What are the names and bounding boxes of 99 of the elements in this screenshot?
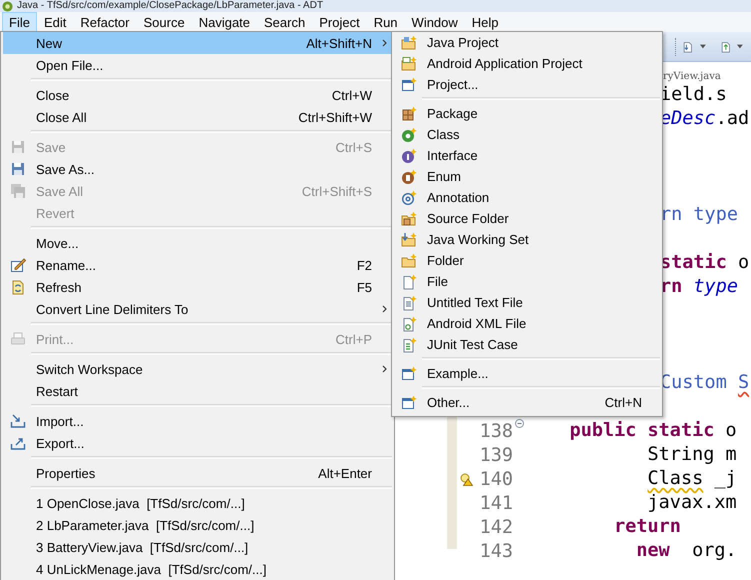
menu-item[interactable]: Refresh F5 [3, 276, 392, 298]
caret-icon[interactable] [737, 44, 743, 49]
window-title: Java - TfSd/src/com/example/ClosePackage/LbParameter.java - ADT [17, 0, 324, 12]
menu-bar-item[interactable]: Edit [36, 12, 74, 32]
menu-item[interactable]: Rename... F2 [3, 254, 392, 276]
folder-icon [401, 56, 417, 72]
menu-item[interactable]: Enum [394, 166, 660, 187]
shortcut-text: Ctrl+W [332, 88, 373, 102]
code-line: new org. [635, 539, 737, 563]
menu-item[interactable]: Save As... [3, 158, 392, 180]
window-icon [401, 76, 417, 92]
shortcut-text: Alt+Shift+N [306, 36, 373, 50]
folder-icon [401, 34, 417, 50]
editor-tab[interactable]: ryView.java [663, 71, 721, 83]
menu-item[interactable]: Move... [3, 232, 392, 254]
enum-icon [401, 168, 417, 184]
menu-item[interactable]: New Alt+Shift+N [3, 32, 392, 54]
shortcut-text: Ctrl+P [336, 332, 373, 346]
menu-item[interactable]: Java Project [394, 32, 660, 53]
menu-bar-item[interactable]: Search [257, 12, 312, 32]
menu-item[interactable]: Other... Ctrl+N [394, 392, 660, 413]
menu-item[interactable]: JUnit Test Case [394, 334, 660, 355]
menu-item[interactable]: Restart [3, 380, 392, 402]
line-number: 140 [480, 468, 513, 490]
class-icon [401, 126, 417, 142]
document-icon [401, 294, 417, 310]
menu-item[interactable]: Close All Ctrl+Shift+W [3, 106, 392, 128]
at-sign-icon [401, 190, 417, 206]
document-icon [401, 336, 417, 352]
disk-icon [10, 183, 26, 199]
menu-bar-item[interactable]: Navigate [192, 12, 258, 32]
line-number: 142 [480, 516, 513, 538]
pencil-icon [10, 257, 26, 273]
folder-icon [401, 252, 417, 268]
code-line: return [613, 515, 681, 539]
menu-item[interactable]: 3 BatteryView.java [TfSd/src/com/...] [3, 536, 392, 558]
menu-item[interactable]: Java Working Set [394, 229, 660, 250]
menu-item[interactable]: Interface [394, 145, 660, 166]
code-line: rn type [660, 203, 738, 227]
code-line: static o [660, 251, 750, 275]
menu-bar-item[interactable]: Run [366, 12, 405, 32]
menu-bar-item[interactable]: Refactor [73, 12, 136, 32]
menu-item[interactable]: Annotation [394, 187, 660, 208]
menu-item[interactable]: Export... [3, 432, 392, 454]
import-icon [10, 413, 26, 429]
shortcut-text: F5 [356, 280, 373, 294]
menu-item[interactable]: Android XML File [394, 313, 660, 334]
shortcut-text: Alt+Enter [318, 466, 373, 480]
code-line: ield.s [660, 83, 727, 107]
shortcut-text: Ctrl+S [336, 140, 373, 154]
menu-item[interactable]: Open File... [3, 54, 392, 76]
package-icon [401, 106, 417, 122]
window-icon [401, 394, 417, 410]
menu-item[interactable]: Project... [394, 74, 660, 95]
window-icon [401, 366, 417, 382]
code-line: String m [646, 443, 737, 467]
menu-bar-item[interactable]: File [2, 12, 37, 32]
menu-item[interactable]: 2 LbParameter.java [TfSd/src/com/...] [3, 514, 392, 536]
menu-item[interactable]: Properties Alt+Enter [3, 462, 392, 484]
caret-icon[interactable] [700, 44, 706, 49]
code-line: public static o [568, 419, 737, 443]
line-number: 139 [480, 444, 513, 466]
menu-item[interactable]: Switch Workspace [3, 358, 392, 380]
code-line: Class _j [646, 467, 737, 491]
menu-item[interactable]: Class [394, 124, 660, 145]
folder-icon [401, 210, 417, 226]
line-number: 138 [480, 420, 513, 442]
menu-item[interactable]: 1 OpenClose.java [TfSd/src/com/...] [3, 492, 392, 514]
document-icon [401, 316, 417, 332]
menu-item[interactable]: Folder [394, 250, 660, 271]
app-icon [2, 0, 13, 12]
shortcut-text: Ctrl+Shift+W [298, 110, 373, 124]
folder-icon [401, 232, 417, 248]
file-icon [401, 274, 417, 290]
menu-item[interactable]: Convert Line Delimiters To [3, 298, 392, 320]
menu-item[interactable]: Import... [3, 410, 392, 432]
code-line: javax.xm [646, 491, 737, 515]
menu-bar-item[interactable]: Help [464, 12, 506, 32]
line-number: 141 [480, 492, 513, 514]
menu-item[interactable]: Example... [394, 363, 660, 384]
code-line: rn type [660, 275, 738, 299]
menu-item[interactable]: Package [394, 103, 660, 124]
menu-bar-item[interactable]: Source [136, 12, 192, 32]
line-number: 143 [480, 540, 513, 562]
menu-bar-item[interactable]: Window [404, 12, 465, 32]
shortcut-text: Ctrl+N [604, 395, 643, 410]
printer-icon [10, 331, 26, 347]
menu-item[interactable]: File [394, 271, 660, 292]
menu-item[interactable]: Source Folder [394, 208, 660, 229]
menu-item[interactable]: 4 UnLickMenage.java [TfSd/src/com/...] [3, 558, 392, 580]
collapse-icon[interactable] [515, 419, 524, 428]
shortcut-text: Ctrl+Shift+S [302, 184, 373, 198]
shortcut-text: F2 [356, 258, 373, 272]
interface-icon [401, 148, 417, 164]
menu-bar-item[interactable]: Project [312, 12, 367, 32]
refresh-icon [10, 279, 26, 295]
menu-item[interactable]: Close Ctrl+W [3, 84, 392, 106]
menu-item[interactable]: Untitled Text File [394, 292, 660, 313]
menu-item[interactable]: Android Application Project [394, 53, 660, 74]
